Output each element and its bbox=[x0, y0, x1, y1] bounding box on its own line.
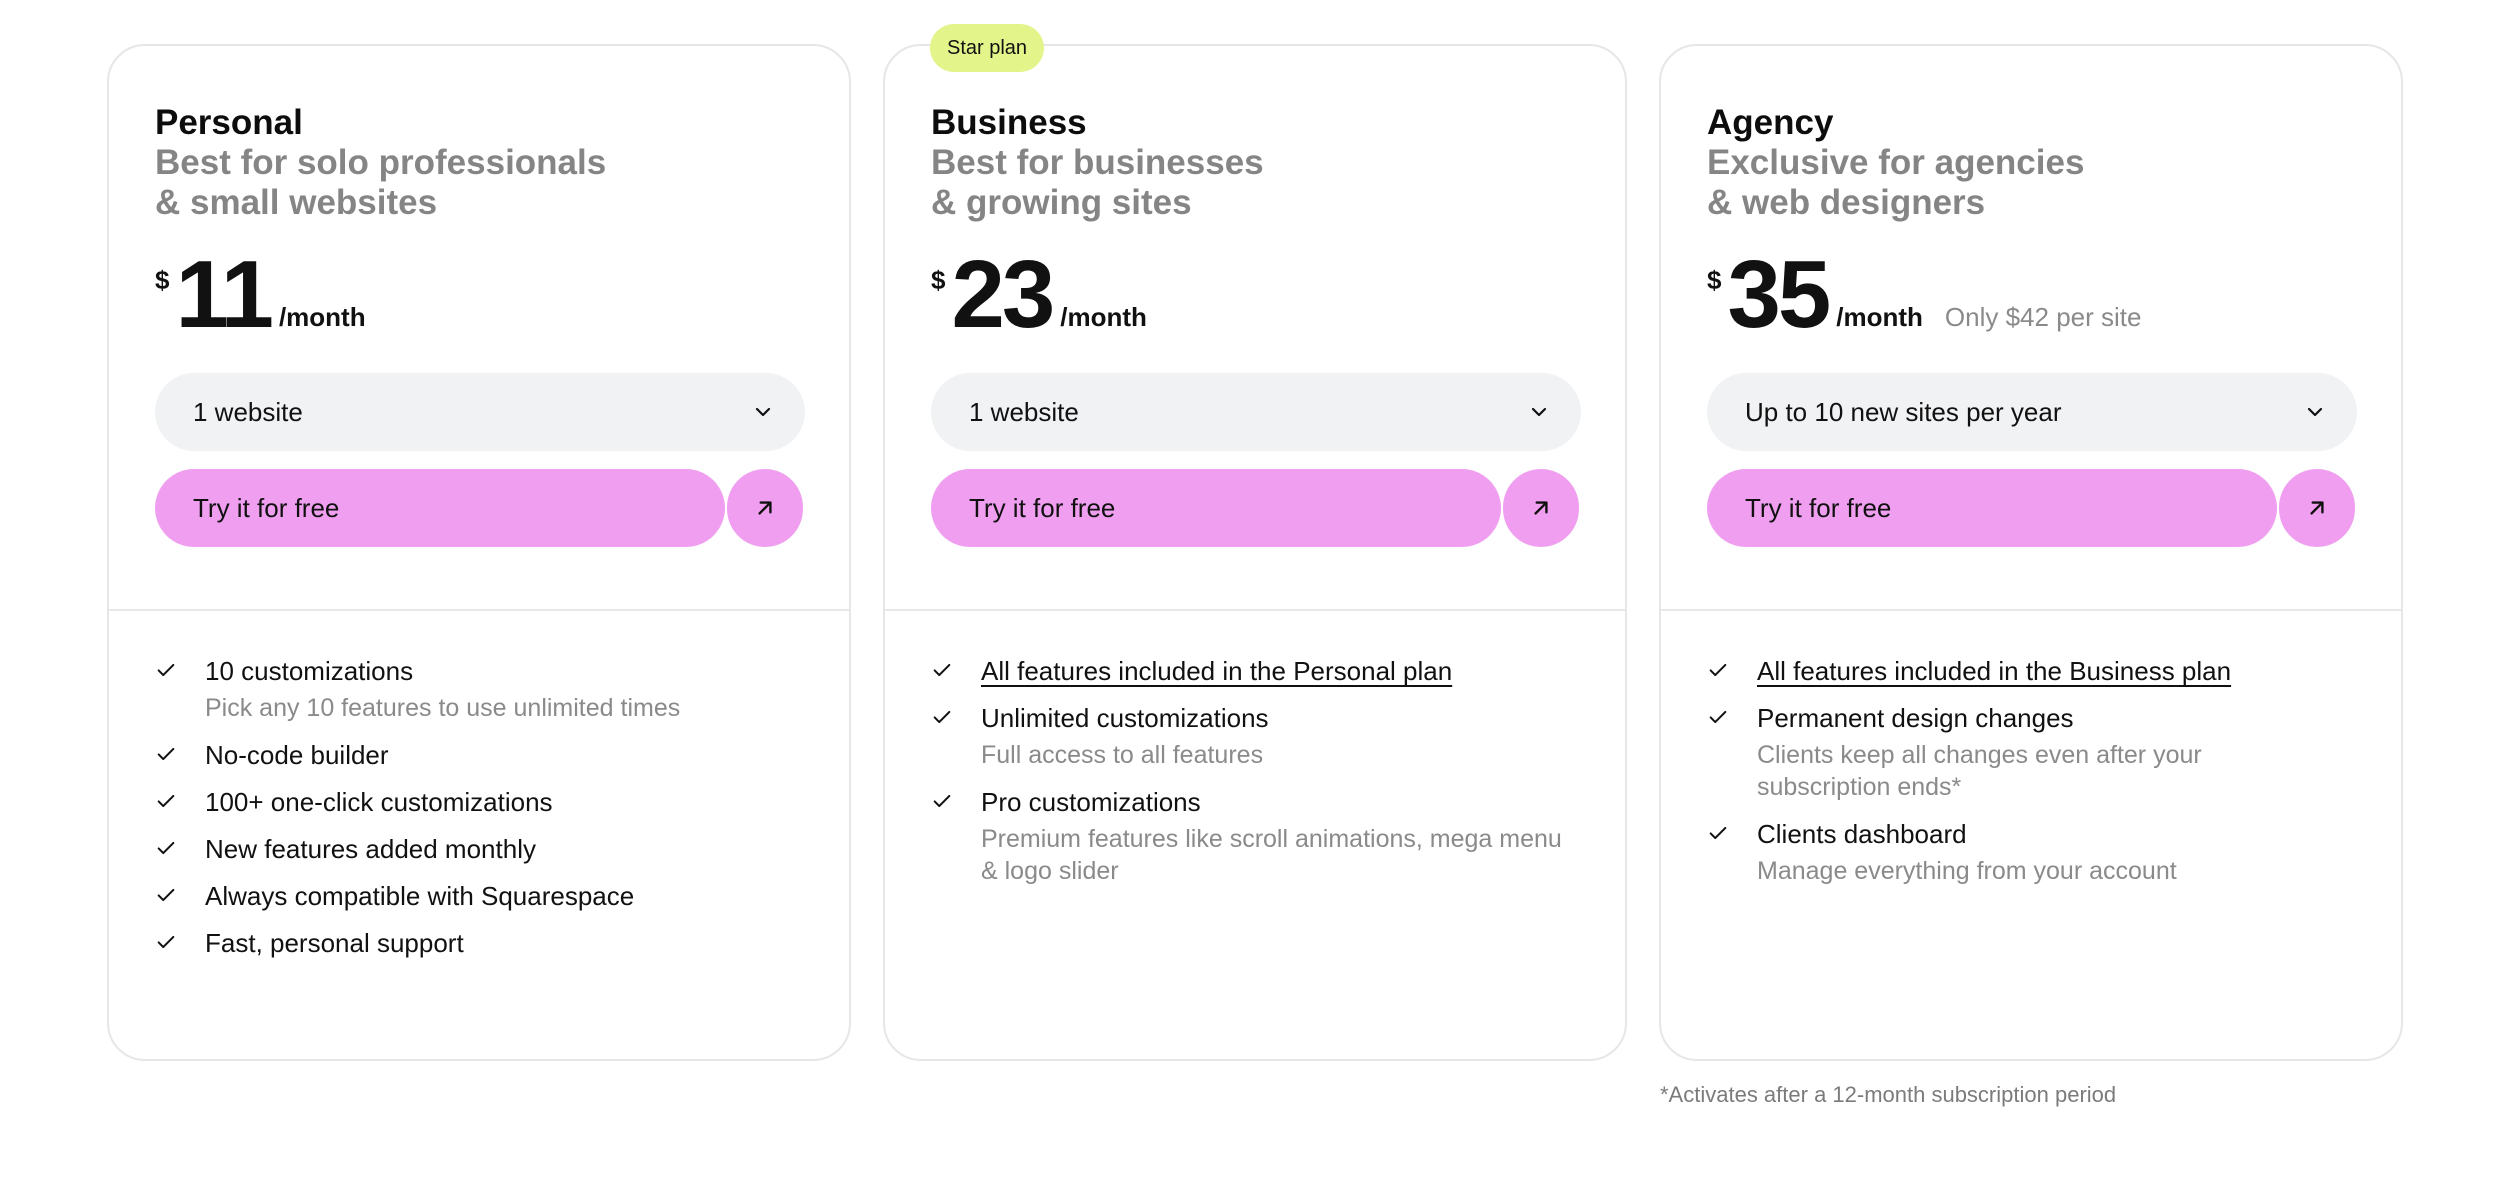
plan-card-agency: Agency Exclusive for agencies & web desi… bbox=[1659, 44, 2403, 1061]
arrow-button[interactable] bbox=[2279, 469, 2355, 547]
feature-title: Unlimited customizations bbox=[981, 703, 1269, 733]
feature-list: 10 customizations Pick any 10 features to… bbox=[109, 611, 849, 959]
feature-description: Full access to all features bbox=[981, 741, 1264, 769]
feature-item: Pro customizations Premium features like … bbox=[931, 786, 1579, 887]
pricing-cards: Personal Best for solo professionals & s… bbox=[107, 24, 2403, 1061]
feature-title: Permanent design changes bbox=[1757, 703, 2074, 733]
price-row: $ 23 /month bbox=[931, 241, 1579, 348]
plan-name: Personal bbox=[155, 103, 303, 142]
try-free-button[interactable]: Try it for free bbox=[1707, 469, 2278, 547]
currency-symbol: $ bbox=[1707, 265, 1722, 295]
plan-tagline-line-2: & growing sites bbox=[931, 183, 1192, 222]
sites-select-value: Up to 10 new sites per year bbox=[1745, 396, 2062, 427]
check-icon bbox=[155, 786, 205, 818]
check-icon bbox=[1707, 702, 1757, 803]
business-plan-features-link[interactable]: All features included in the Business pl… bbox=[1757, 655, 2231, 687]
currency-symbol: $ bbox=[931, 265, 946, 295]
price-period: /month bbox=[278, 302, 366, 332]
feature-list: All features included in the Business pl… bbox=[1661, 611, 2401, 887]
feature-item: New features added monthly bbox=[155, 833, 803, 865]
check-icon bbox=[931, 702, 981, 771]
check-icon bbox=[155, 739, 205, 771]
check-icon bbox=[155, 927, 205, 959]
feature-item: Clients dashboard Manage everything from … bbox=[1707, 818, 2355, 887]
star-plan-badge: Star plan bbox=[930, 24, 1045, 72]
check-icon bbox=[155, 833, 205, 865]
feature-title: Clients dashboard bbox=[1757, 819, 1967, 849]
chevron-down-icon bbox=[2307, 407, 2323, 417]
cta-row: Try it for free bbox=[1707, 469, 2355, 547]
sites-select-value: 1 website bbox=[969, 396, 1079, 427]
plan-name: Agency bbox=[1707, 103, 1834, 142]
plan-tagline-line-2: & small websites bbox=[155, 183, 438, 222]
arrow-button[interactable] bbox=[1503, 469, 1579, 547]
price-amount: 35 bbox=[1727, 241, 1831, 348]
feature-description: Manage everything from your account bbox=[1757, 857, 2177, 885]
personal-plan-features-link[interactable]: All features included in the Personal pl… bbox=[981, 655, 1452, 687]
price-per-site-note: Only $42 per site bbox=[1944, 302, 2142, 332]
price-amount: 23 bbox=[951, 241, 1055, 348]
feature-item: 100+ one-click customizations bbox=[155, 786, 803, 818]
feature-item: Always compatible with Squarespace bbox=[155, 880, 803, 912]
feature-item: All features included in the Business pl… bbox=[1707, 655, 2355, 687]
feature-description: Premium features like scroll animations,… bbox=[981, 825, 1562, 885]
feature-title: No-code builder bbox=[205, 740, 389, 770]
arrow-up-right-icon bbox=[1534, 501, 1548, 515]
check-icon bbox=[155, 655, 205, 724]
feature-item: Permanent design changes Clients keep all… bbox=[1707, 702, 2355, 803]
footnote: *Activates after a 12-month subscription… bbox=[1660, 1082, 2117, 1107]
feature-title: New features added monthly bbox=[205, 834, 536, 864]
check-icon bbox=[1707, 655, 1757, 687]
plan-tagline-line-1: Best for businesses bbox=[931, 143, 1264, 182]
price-period: /month bbox=[1060, 302, 1147, 332]
feature-item: Fast, personal support bbox=[155, 927, 803, 959]
arrow-up-right-icon bbox=[2310, 501, 2324, 515]
price-amount: 11 bbox=[175, 241, 273, 348]
check-icon bbox=[931, 786, 981, 887]
feature-item: All features included in the Personal pl… bbox=[931, 655, 1579, 687]
try-free-button[interactable]: Try it for free bbox=[155, 469, 726, 547]
price-period: /month bbox=[1836, 302, 1923, 332]
feature-description: Pick any 10 features to use unlimited ti… bbox=[205, 694, 681, 722]
currency-symbol: $ bbox=[155, 265, 170, 295]
plan-name: Business bbox=[931, 103, 1087, 142]
feature-title: Always compatible with Squarespace bbox=[205, 881, 635, 911]
plan-card-personal: Personal Best for solo professionals & s… bbox=[107, 44, 851, 1061]
cta-row: Try it for free bbox=[155, 469, 803, 547]
chevron-down-icon bbox=[1531, 407, 1547, 417]
check-icon bbox=[155, 880, 205, 912]
cta-row: Try it for free bbox=[931, 469, 1579, 547]
check-icon bbox=[931, 655, 981, 687]
feature-item: 10 customizations Pick any 10 features to… bbox=[155, 655, 803, 724]
try-free-button[interactable]: Try it for free bbox=[931, 469, 1502, 547]
feature-list: All features included in the Personal pl… bbox=[885, 611, 1625, 887]
sites-select-value: 1 website bbox=[193, 396, 303, 427]
feature-title: 100+ one-click customizations bbox=[205, 787, 553, 817]
feature-title: 10 customizations bbox=[205, 656, 414, 686]
sites-select[interactable]: 1 website bbox=[155, 373, 805, 451]
feature-title: Pro customizations bbox=[981, 787, 1201, 817]
arrow-up-right-icon bbox=[758, 501, 772, 515]
feature-description: Clients keep all changes even after your… bbox=[1757, 741, 2202, 801]
sites-select[interactable]: Up to 10 new sites per year bbox=[1707, 373, 2357, 451]
plan-card-business: Star plan Business Best for businesses &… bbox=[883, 24, 1627, 1061]
chevron-down-icon bbox=[755, 407, 771, 417]
check-icon bbox=[1707, 818, 1757, 887]
arrow-button[interactable] bbox=[727, 469, 803, 547]
feature-item: Unlimited customizations Full access to a… bbox=[931, 702, 1579, 771]
feature-item: No-code builder bbox=[155, 739, 803, 771]
plan-tagline-line-1: Best for solo professionals bbox=[155, 143, 607, 182]
feature-title: Fast, personal support bbox=[205, 928, 464, 958]
price-row: $ 11 /month bbox=[155, 241, 803, 348]
plan-tagline-line-1: Exclusive for agencies bbox=[1707, 143, 2085, 182]
sites-select[interactable]: 1 website bbox=[931, 373, 1581, 451]
price-row: $ 35 /month Only $42 per site bbox=[1707, 241, 2355, 348]
plan-tagline-line-2: & web designers bbox=[1707, 183, 1986, 222]
